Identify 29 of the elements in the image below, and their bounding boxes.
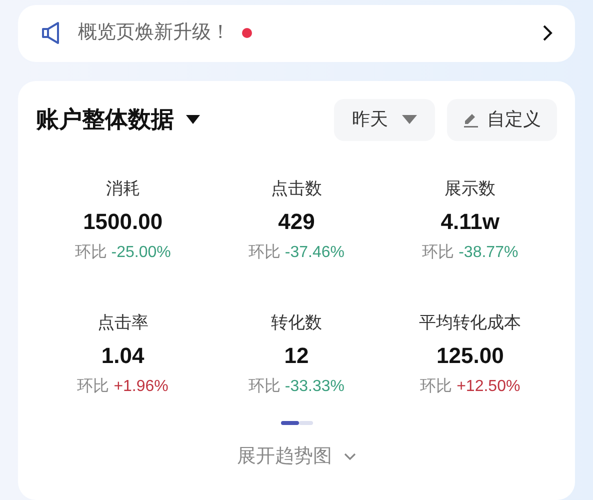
metric-label: 转化数 (270, 312, 322, 334)
change-label-text: 环比 -33.33% (248, 376, 345, 397)
metric-label: 消耗 (106, 178, 140, 200)
chevron-down-icon (344, 452, 356, 461)
announcement-text: 概览页焕新升级！ (78, 21, 230, 45)
expand-trend-button[interactable]: 展开趋势图 (237, 442, 356, 472)
metric-label: 平均转化成本 (419, 312, 522, 334)
change-label-text: 环比 -25.00% (74, 242, 171, 263)
metric-value: 125.00 (436, 342, 504, 370)
change-label-text: 环比 -37.46% (248, 242, 345, 263)
metric-value: 429 (278, 208, 315, 236)
title-dropdown[interactable]: 账户整体数据 (36, 102, 200, 137)
chevron-right-icon (541, 24, 553, 42)
metric-value: 12 (284, 342, 309, 370)
change-label-text: 环比 +12.50% (420, 376, 520, 397)
customize-button[interactable]: 自定义 (447, 98, 557, 141)
change-label-text: 环比 -38.77% (422, 242, 518, 263)
metric-label: 点击数 (270, 178, 322, 200)
caret-down-icon (186, 115, 200, 124)
metric-label: 点击率 (97, 312, 148, 334)
metric-value: 1500.00 (83, 208, 163, 236)
caret-down-icon (402, 115, 417, 124)
metric-value: 1.04 (101, 342, 144, 370)
announcement-banner[interactable]: 概览页焕新升级！ (18, 5, 575, 62)
metric-label: 展示数 (444, 178, 496, 200)
change-label-text: 环比 +1.96% (77, 376, 168, 397)
pencil-icon (463, 112, 479, 128)
metric-value: 4.11w (440, 208, 500, 236)
date-dropdown[interactable]: 昨天 (334, 98, 435, 141)
